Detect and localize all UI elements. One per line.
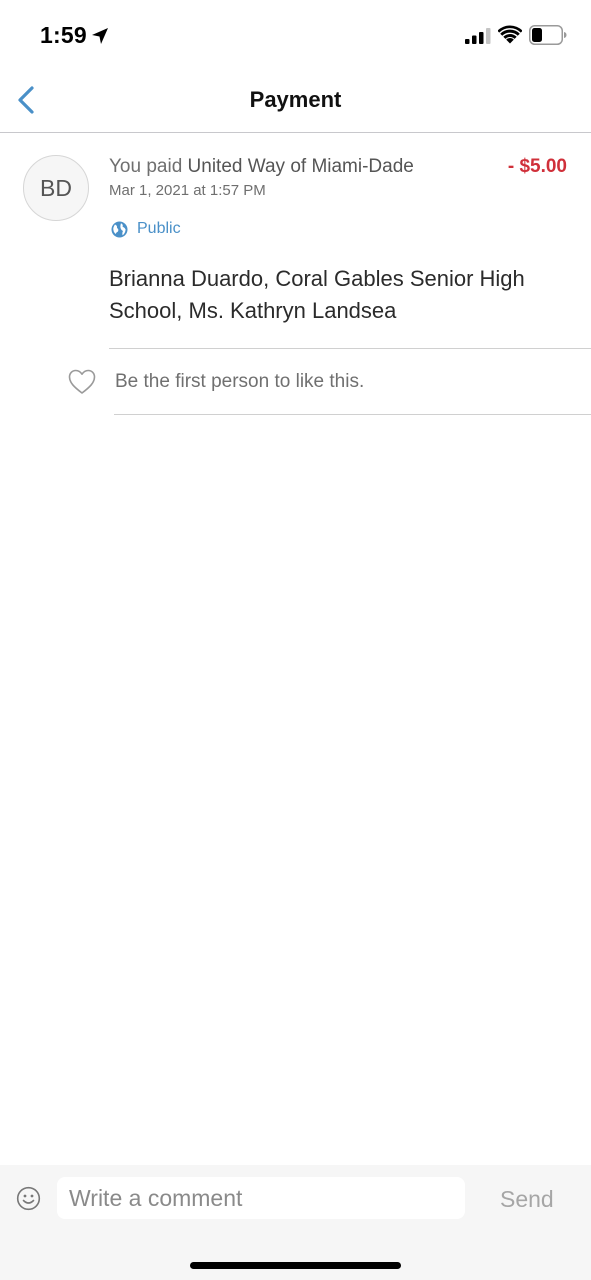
status-bar: 1:59 xyxy=(0,0,591,70)
comment-input[interactable] xyxy=(57,1177,465,1219)
payment-note: Brianna Duardo, Coral Gables Senior High… xyxy=(109,266,525,323)
payment-headline: You paid United Way of Miami-Dade xyxy=(109,156,414,178)
wifi-icon xyxy=(498,25,522,44)
nav-bar: Payment xyxy=(0,70,591,133)
audience-label: Public xyxy=(137,220,181,237)
location-arrow-icon xyxy=(92,28,108,44)
battery-icon xyxy=(529,25,567,45)
divider xyxy=(109,348,591,349)
home-indicator xyxy=(190,1262,401,1269)
payment-date: Mar 1, 2021 at 1:57 PM xyxy=(109,182,266,199)
smiley-icon[interactable] xyxy=(16,1186,41,1211)
divider xyxy=(114,414,591,415)
avatar[interactable]: BD xyxy=(23,155,89,221)
status-time: 1:59 xyxy=(40,22,87,48)
payee-link[interactable]: United Way of Miami-Dade xyxy=(188,156,414,177)
heart-icon[interactable] xyxy=(68,369,96,395)
page-title: Payment xyxy=(249,87,342,112)
globe-icon xyxy=(111,221,128,237)
cellular-signal-icon xyxy=(465,28,491,44)
audience-badge[interactable]: Public xyxy=(111,219,181,239)
payment-prefix: You paid xyxy=(109,156,188,177)
like-prompt: Be the first person to like this. xyxy=(115,371,365,392)
comment-bar: Send xyxy=(0,1165,591,1280)
payment-amount: - $5.00 xyxy=(507,156,567,177)
send-button[interactable]: Send xyxy=(500,1186,554,1213)
